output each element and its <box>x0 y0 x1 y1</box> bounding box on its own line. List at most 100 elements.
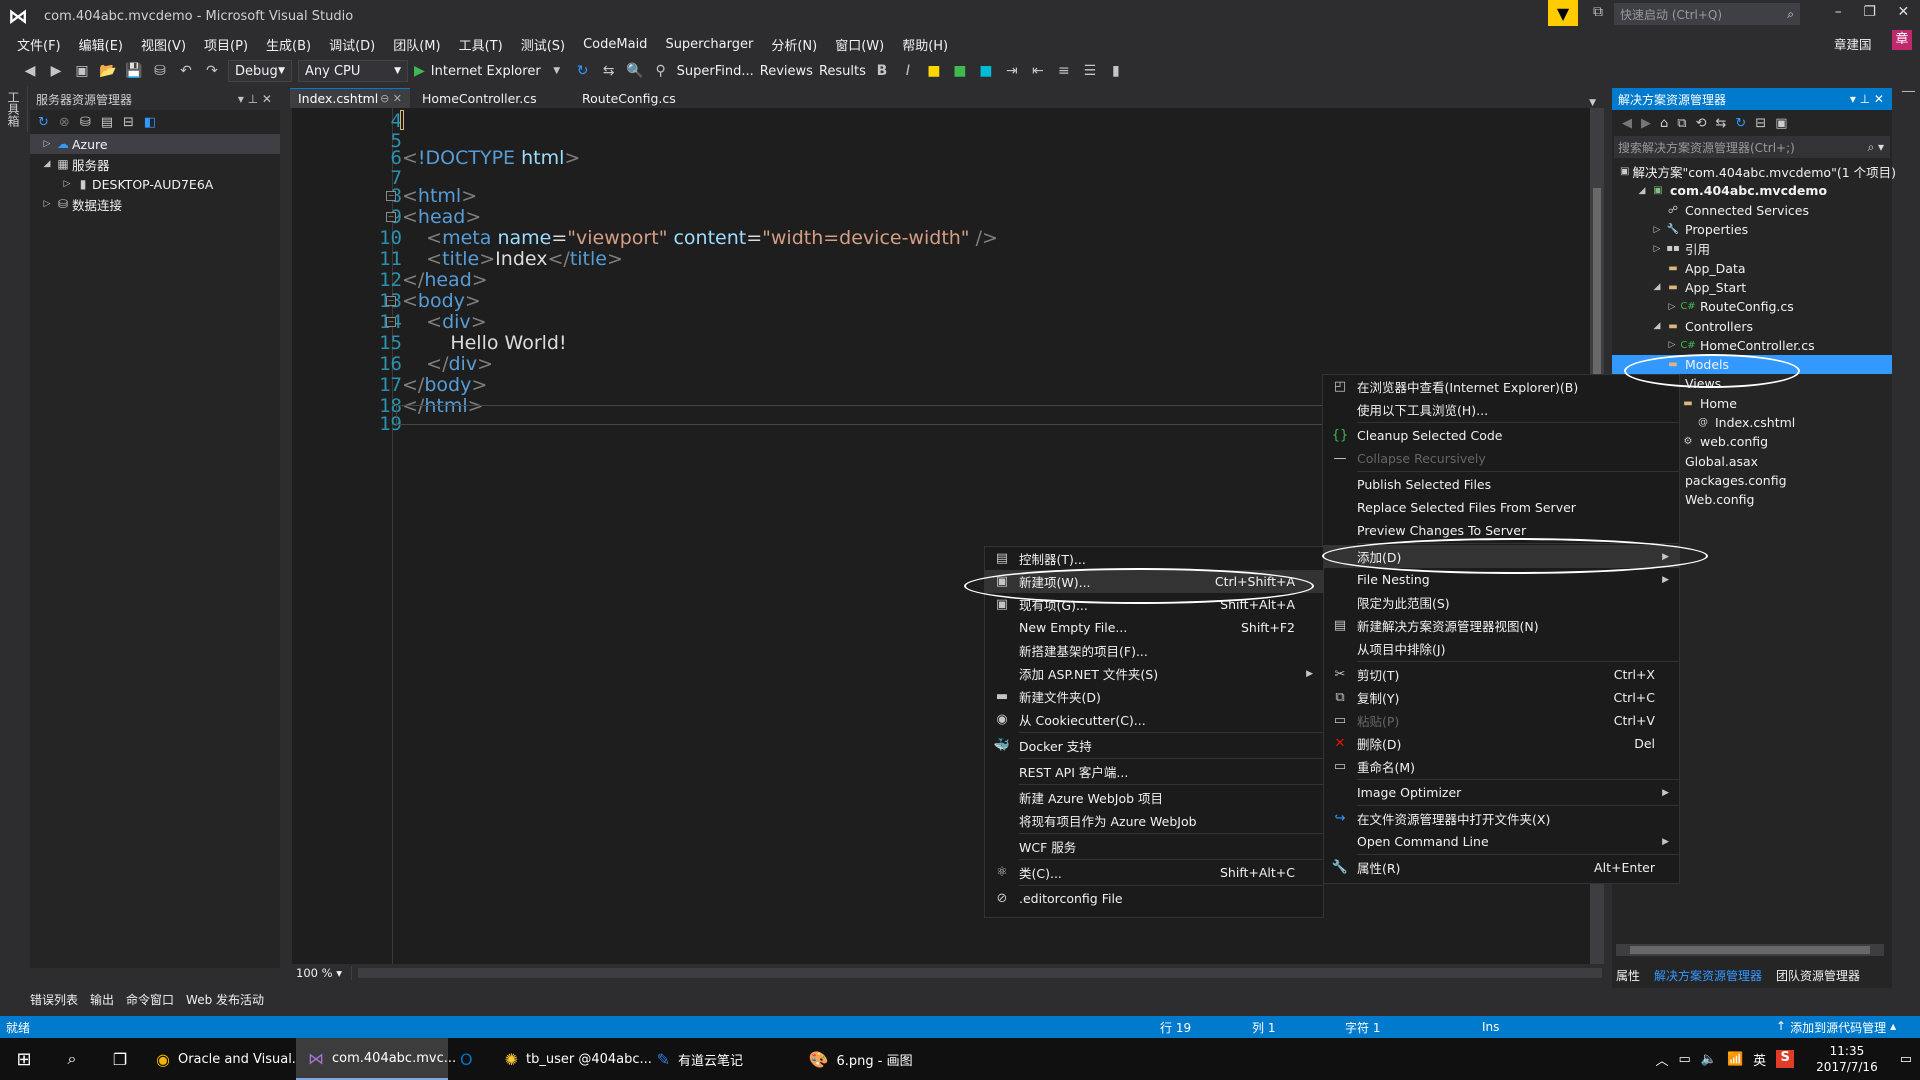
reviews-button[interactable]: Reviews <box>760 64 813 79</box>
tree-item-data-connections[interactable]: ▷ ⛁ 数据连接 <box>30 194 280 214</box>
collapse-arrow-icon[interactable]: ◢ <box>1650 282 1664 292</box>
feedback-icon[interactable]: ⧉ <box>1588 4 1608 24</box>
tree-item-desktop[interactable]: ▷ ▮ DESKTOP-AUD7E6A <box>30 174 280 194</box>
menu-test[interactable]: 测试(S) <box>512 35 574 54</box>
taskbar-paint[interactable]: 🎨 6.png - 画图 <box>797 1038 949 1080</box>
forward-icon[interactable]: ▶ <box>1641 116 1651 131</box>
minimize-icon[interactable]: – <box>1835 4 1842 26</box>
outline-collapse-icon[interactable]: − <box>386 212 396 222</box>
azure-connect-icon[interactable]: ◧ <box>144 115 156 130</box>
expand-arrow-icon[interactable]: ▷ <box>1665 302 1679 312</box>
scrollbar-thumb[interactable] <box>1630 946 1870 954</box>
expand-arrow-icon[interactable]: ▷ <box>40 199 54 209</box>
solution-item-connected-services[interactable]: ☍ Connected Services <box>1612 201 1892 220</box>
menu-item-replace-selected-files-from-server[interactable]: Replace Selected Files From Server <box>1323 496 1679 519</box>
menu-item-rest-api[interactable]: REST API 客户端... <box>985 760 1323 783</box>
home-icon[interactable]: ⌂ <box>1660 116 1668 131</box>
menu-analyze[interactable]: 分析(N) <box>762 35 826 54</box>
solution-item-com-404abc-mvcdemo[interactable]: ◢ ▣ com.404abc.mvcdemo <box>1612 181 1892 200</box>
tab-overflow-icon[interactable]: ▼ <box>1589 98 1596 108</box>
menu-item-internet-explorer-b[interactable]: ◰ 在浏览器中查看(Internet Explorer)(B) <box>1323 375 1679 398</box>
results-button[interactable]: Results <box>819 64 866 79</box>
tab-homecontroller[interactable]: HomeController.cs <box>410 88 570 108</box>
platform-dropdown[interactable]: Any CPU ▼ <box>298 60 408 82</box>
menu-item-azure-webjob[interactable]: 将现有项目作为 Azure WebJob <box>985 809 1323 832</box>
show-all-files-icon[interactable]: ▣ <box>1775 116 1787 131</box>
menu-item-c[interactable]: ⚛ 类(C)... Shift+Alt+C <box>985 861 1323 884</box>
connect-database-icon[interactable]: ⛁ <box>80 115 91 130</box>
user-name[interactable]: 章建国 <box>1834 34 1872 53</box>
switch-views-icon[interactable]: ⧉ <box>1677 116 1686 131</box>
menu-item-new-empty-file[interactable]: New Empty File... Shift+F2 <box>985 616 1323 639</box>
back-icon[interactable]: ◀ <box>20 63 40 79</box>
undo-icon[interactable]: ↶ <box>176 63 196 79</box>
menu-item-publish-selected-files[interactable]: Publish Selected Files <box>1323 473 1679 496</box>
browser-link-icon[interactable]: ⇆ <box>599 63 619 79</box>
toolbox-tab[interactable]: 工具箱 <box>0 86 28 132</box>
menu-file[interactable]: 文件(F) <box>8 35 70 54</box>
tab-properties[interactable]: 属性 <box>1616 967 1640 984</box>
editor-horizontal-scrollbar[interactable] <box>358 968 1602 978</box>
menu-item-docker[interactable]: 🐳 Docker 支持 <box>985 734 1323 757</box>
menu-project[interactable]: 项目(P) <box>195 35 257 54</box>
configuration-dropdown[interactable]: Debug ▼ <box>228 60 292 82</box>
menu-item-asp-net-s[interactable]: 添加 ASP.NET 文件夹(S) ▶ <box>985 662 1323 685</box>
menu-item-image-optimizer[interactable]: Image Optimizer ▶ <box>1323 781 1679 804</box>
menu-codemaid[interactable]: CodeMaid <box>574 37 656 52</box>
italic-icon[interactable]: I <box>898 63 918 79</box>
outdent-icon[interactable]: ⇤ <box>1028 63 1048 79</box>
expand-arrow-icon[interactable]: ▷ <box>60 179 74 189</box>
taskbar-visual-studio[interactable]: ⋈ com.404abc.mvc... <box>296 1038 456 1080</box>
zoom-dropdown[interactable]: 100 % ▾ <box>292 966 352 980</box>
expand-arrow-icon[interactable]: ▷ <box>1650 244 1664 254</box>
sogou-ime-icon[interactable]: S <box>1776 1050 1795 1068</box>
open-file-icon[interactable]: 📂 <box>98 63 118 79</box>
menu-edit[interactable]: 编辑(E) <box>70 35 132 54</box>
quick-launch-input[interactable]: 快速启动 (Ctrl+Q) ⌕ <box>1614 3 1800 25</box>
chevron-down-icon[interactable]: ▼ <box>547 66 567 76</box>
menu-item-t[interactable]: ✂ 剪切(T) Ctrl+X <box>1323 663 1679 686</box>
taskbar-youdao-note[interactable]: ✎ 有道云笔记 <box>645 1038 797 1080</box>
taskbar-chrome[interactable]: ◉ Oracle and Visual... <box>144 1038 304 1080</box>
menu-build[interactable]: 生成(B) <box>257 35 320 54</box>
close-tab-icon[interactable]: ⊖ ✕ <box>380 92 402 105</box>
add-to-source-control-button[interactable]: ↑ 添加到源代码管理 ▴ <box>1776 1019 1896 1036</box>
menu-item-wcf[interactable]: WCF 服务 <box>985 835 1323 858</box>
solution-item-controllers[interactable]: ◢ ▬ Controllers <box>1612 316 1892 335</box>
menu-item-azure-webjob[interactable]: 新建 Azure WebJob 项目 <box>985 786 1323 809</box>
new-project-icon[interactable]: ▣ <box>72 63 92 79</box>
menu-window[interactable]: 窗口(W) <box>826 35 893 54</box>
refresh-icon[interactable]: ↻ <box>573 63 593 79</box>
notification-filter-icon[interactable]: ▼ <box>1548 0 1578 26</box>
user-avatar-icon[interactable]: 章 <box>1892 30 1912 50</box>
stop-icon[interactable]: ⊗ <box>59 115 70 130</box>
expand-arrow-icon[interactable]: ▷ <box>40 139 54 149</box>
solution-item-app-start[interactable]: ◢ ▬ App_Start <box>1612 278 1892 297</box>
tab-command-window[interactable]: 命令窗口 <box>126 991 174 1008</box>
close-icon[interactable]: ✕ <box>1897 4 1909 26</box>
menu-team[interactable]: 团队(M) <box>384 35 449 54</box>
refresh-icon[interactable]: ↻ <box>1735 116 1746 131</box>
battery-icon[interactable]: ▭ <box>1678 1052 1690 1067</box>
save-icon[interactable]: 💾 <box>124 63 144 79</box>
expand-arrow-icon[interactable]: ▷ <box>1650 225 1664 235</box>
expand-arrow-icon[interactable]: ▷ <box>1665 340 1679 350</box>
tray-expand-icon[interactable]: ︿ <box>1655 1050 1668 1069</box>
maximize-icon[interactable]: ❐ <box>1863 4 1876 26</box>
right-dock-tab[interactable]: │ <box>1896 88 1920 108</box>
save-all-icon[interactable]: ⛁ <box>150 63 170 79</box>
menu-supercharger[interactable]: Supercharger <box>656 37 762 52</box>
tab-index-cshtml[interactable]: Index.cshtml ⊖ ✕ <box>290 88 410 108</box>
menu-item-cookiecutter-c[interactable]: ◉ 从 Cookiecutter(C)... <box>985 708 1323 731</box>
refresh-icon[interactable]: ↻ <box>38 115 49 130</box>
solution-item-com-404abc-mvcdemo-1[interactable]: ▣ 解决方案"com.404abc.mvcdemo"(1 个项目) <box>1612 162 1896 181</box>
menu-item-r[interactable]: 🔧 属性(R) Alt+Enter <box>1323 856 1679 879</box>
superfind-button[interactable]: SuperFind... <box>677 64 754 79</box>
play-icon[interactable]: ▶ <box>414 63 425 79</box>
tab-routeconfig[interactable]: RouteConfig.cs <box>570 88 688 108</box>
search-icon[interactable]: ⌕ <box>48 1038 96 1080</box>
highlight-yellow-icon[interactable]: ■ <box>924 63 944 79</box>
panel-controls-icon[interactable]: ▾ ⊥ ✕ <box>238 92 272 106</box>
notification-center-icon[interactable]: ▭ <box>1900 1052 1912 1067</box>
highlight-cyan-icon[interactable]: ■ <box>976 63 996 79</box>
